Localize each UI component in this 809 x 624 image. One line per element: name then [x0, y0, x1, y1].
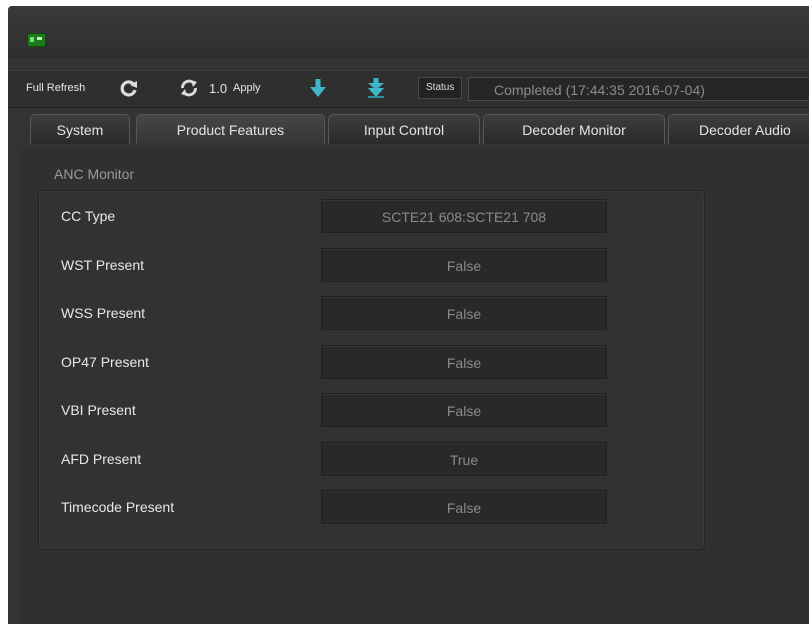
row-label: AFD Present [61, 451, 142, 467]
row-value: False [321, 248, 607, 282]
row-label: OP47 Present [61, 354, 149, 370]
status-field: Completed (17:44:35 2016-07-04) [468, 77, 809, 101]
full-refresh-label[interactable]: Full Refresh [26, 82, 85, 94]
tab-input-control[interactable]: Input Control [328, 114, 480, 144]
tab-product-features[interactable]: Product Features [136, 114, 325, 144]
toolbar: Full Refresh 1.0 Apply Status Completed … [8, 70, 809, 108]
apply-button[interactable]: Apply [233, 82, 261, 94]
tab-system[interactable]: System [30, 114, 130, 144]
row-vbi-present: VBI Present False [39, 393, 704, 429]
row-value: SCTE21 608:SCTE21 708 [321, 199, 607, 233]
tab-bar: System Product Features Input Control De… [8, 114, 809, 146]
row-value: False [321, 296, 607, 330]
refresh-interval-value[interactable]: 1.0 [209, 81, 227, 96]
auto-refresh-icon[interactable] [178, 77, 200, 99]
row-value: False [321, 490, 607, 524]
row-value: True [321, 442, 607, 476]
row-label: Timecode Present [61, 499, 175, 515]
row-wss-present: WSS Present False [39, 296, 704, 332]
tab-decoder-monitor[interactable]: Decoder Monitor [483, 114, 665, 144]
row-label: VBI Present [61, 402, 136, 418]
download-all-arrow-icon[interactable] [365, 77, 387, 99]
row-label: WSS Present [61, 305, 146, 321]
anc-monitor-group: CC Type SCTE21 608:SCTE21 708 WST Presen… [38, 190, 705, 550]
row-value: False [321, 345, 607, 379]
row-label: WST Present [61, 257, 144, 273]
row-wst-present: WST Present False [39, 248, 704, 284]
circuit-board-icon [27, 33, 46, 47]
status-label: Status [418, 77, 463, 99]
section-title: ANC Monitor [54, 166, 135, 182]
row-label: CC Type [61, 208, 116, 224]
row-timecode-present: Timecode Present False [39, 490, 704, 526]
tab-decoder-audio[interactable]: Decoder Audio [668, 114, 809, 144]
app-window: Full Refresh 1.0 Apply Status Completed … [8, 6, 809, 624]
row-cc-type: CC Type SCTE21 608:SCTE21 708 [39, 199, 704, 235]
download-arrow-icon[interactable] [307, 77, 329, 99]
row-op47-present: OP47 Present False [39, 345, 704, 381]
title-bar [8, 6, 809, 58]
row-value: False [321, 393, 607, 427]
refresh-icon[interactable] [118, 77, 140, 99]
content-panel: ANC Monitor CC Type SCTE21 608:SCTE21 70… [18, 146, 809, 624]
row-afd-present: AFD Present True [39, 442, 704, 478]
